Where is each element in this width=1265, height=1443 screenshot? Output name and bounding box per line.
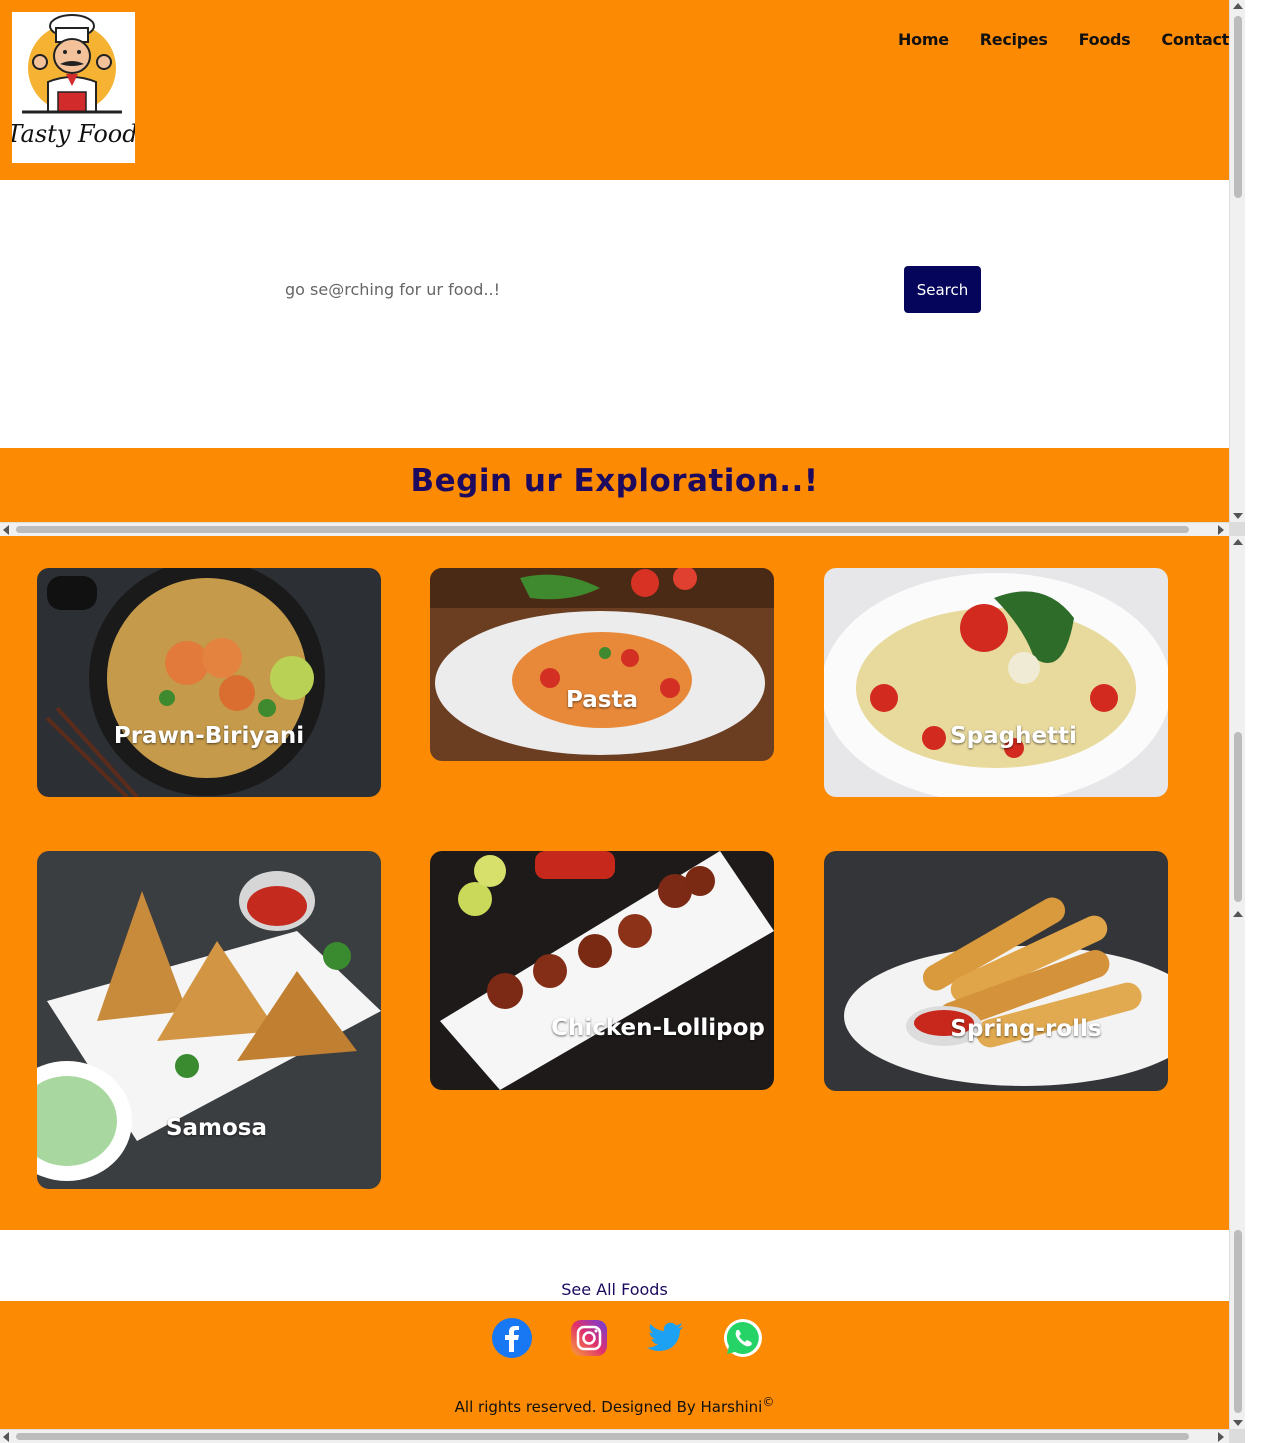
nav-foods-link[interactable]: Foods	[1079, 30, 1131, 49]
instagram-icon[interactable]	[569, 1318, 609, 1358]
nav-home-link[interactable]: Home	[898, 30, 949, 49]
search-section	[0, 180, 1229, 448]
food-label: Samosa	[165, 1115, 268, 1141]
food-card-chicken-lollipop[interactable]: Chicken-Lollipop	[430, 851, 774, 1090]
explore-title: Begin ur Exploration..!	[410, 463, 819, 499]
nav-contact-link[interactable]: Contact	[1161, 30, 1229, 49]
food-label: Pasta	[566, 687, 638, 713]
see-all-foods-link[interactable]: See All Foods	[0, 1280, 1229, 1299]
scroll-down-arrow-icon[interactable]	[1233, 513, 1243, 519]
food-card-pasta[interactable]: Pasta	[430, 568, 774, 761]
food-label: Spring-rolls	[950, 1016, 1102, 1042]
social-links	[492, 1318, 763, 1358]
spaghetti-image	[824, 568, 1168, 797]
food-label: Chicken-Lollipop	[551, 1015, 765, 1041]
copyright-mark: ©	[762, 1395, 775, 1409]
food-card-spaghetti[interactable]: Spaghetti	[824, 568, 1168, 797]
scroll-right-arrow-icon[interactable]	[1218, 1432, 1224, 1442]
see-all-section: See All Foods	[0, 1230, 1229, 1301]
spring-rolls-image	[824, 851, 1168, 1091]
chef-logo-icon: Tasty Food	[12, 12, 135, 163]
food-card-prawn-biriyani[interactable]: Prawn-Biriyani	[37, 568, 381, 797]
scrollbar-thumb[interactable]	[1234, 732, 1242, 902]
scroll-right-arrow-icon[interactable]	[1218, 525, 1224, 535]
search-input[interactable]	[273, 266, 893, 312]
scroll-left-arrow-icon[interactable]	[3, 525, 9, 535]
nav-recipes-link[interactable]: Recipes	[980, 30, 1048, 49]
scrollbar-corner	[1229, 1429, 1245, 1443]
scroll-up-arrow-icon[interactable]	[1233, 539, 1243, 545]
explore-banner: Begin ur Exploration..!	[0, 448, 1229, 522]
vertical-scrollbar-top[interactable]	[1229, 0, 1245, 522]
page-horizontal-scrollbar[interactable]	[0, 1429, 1229, 1443]
scrollbar-corner	[1229, 522, 1245, 536]
scrollbar-thumb[interactable]	[1234, 16, 1242, 198]
page: Tasty Food Home Recipes Foods Contact Se…	[0, 0, 1229, 1443]
food-card-samosa[interactable]: Samosa	[37, 851, 381, 1189]
facebook-icon[interactable]	[492, 1318, 532, 1358]
copyright-text: All rights reserved. Designed By Harshin…	[0, 1395, 1229, 1416]
scroll-down-arrow-icon[interactable]	[1233, 1420, 1243, 1426]
scroll-left-arrow-icon[interactable]	[3, 1432, 9, 1442]
twitter-icon[interactable]	[646, 1318, 686, 1358]
tasty-food-logo[interactable]: Tasty Food	[12, 12, 135, 163]
site-header: Tasty Food Home Recipes Foods Contact	[0, 0, 1229, 180]
food-card-spring-rolls[interactable]: Spring-rolls	[824, 851, 1168, 1091]
food-label: Prawn-Biriyani	[113, 723, 305, 749]
food-grid: Prawn-Biriyani Pasta Spaghetti Samosa Ch…	[0, 536, 1229, 1230]
copyright-label: All rights reserved. Designed By Harshin…	[454, 1398, 763, 1416]
horizontal-scrollbar[interactable]	[0, 522, 1229, 536]
vertical-scrollbar-grid[interactable]	[1229, 536, 1245, 908]
scrollbar-thumb[interactable]	[16, 1433, 1189, 1440]
site-footer: All rights reserved. Designed By Harshin…	[0, 1301, 1229, 1429]
prawn-biriyani-image	[37, 568, 381, 797]
logo-text: Tasty Food	[12, 120, 135, 148]
food-label: Spaghetti	[950, 723, 1077, 749]
scroll-up-arrow-icon[interactable]	[1233, 3, 1243, 9]
main-nav: Home Recipes Foods Contact	[898, 30, 1229, 49]
scrollbar-thumb[interactable]	[16, 526, 1189, 533]
whatsapp-icon[interactable]	[723, 1318, 763, 1358]
chicken-lollipop-image	[430, 851, 774, 1090]
scrollbar-thumb[interactable]	[1234, 1230, 1242, 1413]
search-button[interactable]: Search	[904, 266, 981, 313]
vertical-scrollbar-page[interactable]	[1229, 908, 1245, 1429]
scroll-up-arrow-icon[interactable]	[1233, 911, 1243, 917]
pasta-image	[430, 568, 774, 761]
